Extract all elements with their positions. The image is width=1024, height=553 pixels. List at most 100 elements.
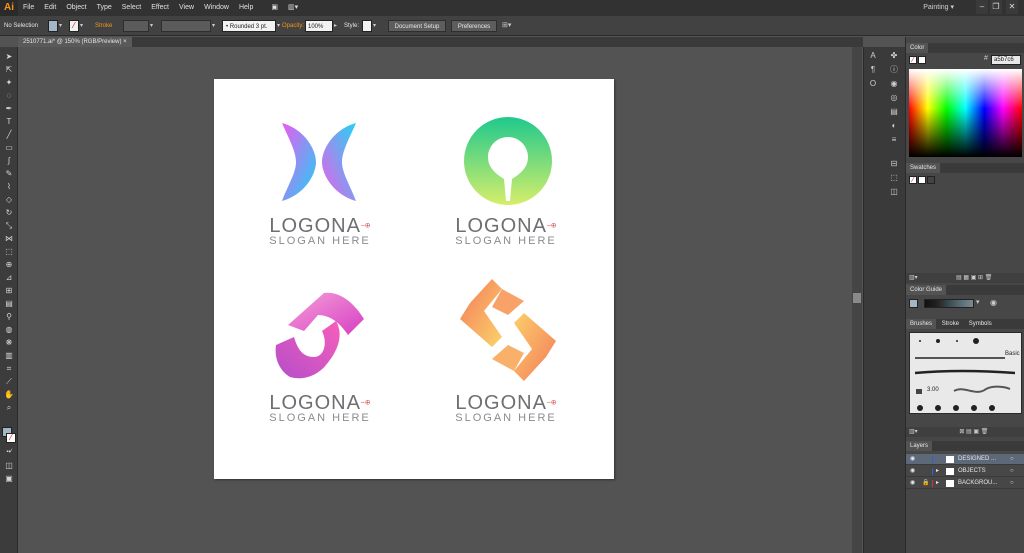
stroke-color-icon[interactable]: ⁄ xyxy=(6,433,16,443)
info-panel-icon[interactable]: ⓘ xyxy=(888,65,900,75)
bridge-icon[interactable]: ▣ xyxy=(266,0,283,16)
scale-tool-icon[interactable]: ⤡ xyxy=(3,220,15,231)
hand-tool-icon[interactable]: ✋ xyxy=(3,389,15,400)
layer-name[interactable]: DESIGNED ... xyxy=(958,454,996,465)
hex-input[interactable]: a5b7c6 xyxy=(991,55,1021,65)
stroke-label[interactable]: Stroke xyxy=(95,20,119,32)
target-circle-icon[interactable]: ○ xyxy=(1010,478,1014,489)
canvas-vertical-scrollbar[interactable] xyxy=(852,47,862,553)
layer-row[interactable]: ◉ ▸ OBJECTS ○ xyxy=(906,466,1024,477)
shape-builder-tool-icon[interactable]: ⊕ xyxy=(3,259,15,270)
symbols-tab[interactable]: Symbols xyxy=(964,319,996,329)
stroke-weight-field[interactable] xyxy=(123,20,149,32)
brushes-footer-icons[interactable]: ▥▾ ⊠ ▤ ▣ 🗑 xyxy=(906,427,1024,437)
rectangle-tool-icon[interactable]: ▭ xyxy=(3,142,15,153)
close-button[interactable]: ✕ xyxy=(1006,0,1018,14)
logo-s-mark[interactable] xyxy=(274,291,368,381)
navigator-panel-icon[interactable]: ✤ xyxy=(888,51,900,61)
layer-row[interactable]: ◉ 🔒 ▸ BACKGROU... ○ xyxy=(906,478,1024,489)
artboard-tool-icon[interactable]: ⌗ xyxy=(3,363,15,374)
menu-window[interactable]: Window xyxy=(199,0,234,16)
symbol-sprayer-tool-icon[interactable]: ❋ xyxy=(3,337,15,348)
expand-arrow-icon[interactable]: ▸ xyxy=(936,466,939,477)
pen-tool-icon[interactable]: ✒ xyxy=(3,103,15,114)
menu-edit[interactable]: Edit xyxy=(39,0,61,16)
maximize-button[interactable]: ❐ xyxy=(990,0,1002,14)
menu-file[interactable]: File xyxy=(18,0,39,16)
graphic-style-swatch[interactable] xyxy=(362,20,372,32)
color-guide-base-swatch[interactable] xyxy=(909,299,918,308)
blob-brush-tool-icon[interactable]: ⌇ xyxy=(3,181,15,192)
transform-panel-icon[interactable]: ⬚ xyxy=(888,173,900,183)
stroke-dropdown-icon[interactable]: ▾ xyxy=(80,20,86,32)
rotate-tool-icon[interactable]: ↻ xyxy=(3,207,15,218)
slice-tool-icon[interactable]: ⟋ xyxy=(3,376,15,387)
gradient-panel-icon[interactable]: ▤ xyxy=(888,107,900,117)
menu-type[interactable]: Type xyxy=(92,0,117,16)
stroke-tab[interactable]: Stroke xyxy=(937,319,964,329)
edit-colors-icon[interactable]: ◉ xyxy=(990,298,1000,308)
menu-object[interactable]: Object xyxy=(61,0,91,16)
fill-dropdown-icon[interactable]: ▾ xyxy=(59,20,65,32)
opacity-label[interactable]: Opacity: xyxy=(282,20,306,32)
logo-hexagon-mark[interactable] xyxy=(456,277,560,383)
variable-width-dropdown-icon[interactable]: ▾ xyxy=(212,20,218,32)
visibility-eye-icon[interactable]: ◉ xyxy=(910,478,915,489)
layer-name[interactable]: OBJECTS xyxy=(958,466,986,477)
brush-strokes-preview[interactable] xyxy=(910,333,1023,415)
swatches-panel-tab[interactable]: Swatches xyxy=(906,163,1024,173)
workspace-switcher[interactable]: Painting ▾ xyxy=(923,0,954,16)
visibility-eye-icon[interactable]: ◉ xyxy=(910,454,915,465)
opentype-panel-icon[interactable]: O xyxy=(867,79,879,89)
opacity-dropdown-icon[interactable]: ▸ xyxy=(334,20,340,32)
brush-definition-field[interactable]: • Rounded 3 pt. xyxy=(222,20,276,32)
layer-row[interactable]: ◉ DESIGNED ... ○ xyxy=(906,454,1024,465)
close-tab-icon[interactable]: × xyxy=(123,39,127,45)
arrange-icon[interactable]: ⊞▾ xyxy=(502,20,520,32)
stroke-none-icon[interactable]: ⁄ xyxy=(909,56,917,64)
mesh-tool-icon[interactable]: ⊞ xyxy=(3,285,15,296)
character-panel-icon[interactable]: A xyxy=(867,51,879,61)
visibility-eye-icon[interactable]: ◉ xyxy=(910,466,915,477)
graphic-styles-panel-icon[interactable]: ◎ xyxy=(888,93,900,103)
artboard[interactable]: LOGONA–⊕ SLOGAN HERE LOGONA–⊕ SLOGAN HER… xyxy=(214,79,614,479)
target-circle-icon[interactable]: ○ xyxy=(1010,466,1014,477)
preferences-button[interactable]: Preferences xyxy=(451,20,497,32)
magic-wand-tool-icon[interactable]: ✦ xyxy=(3,77,15,88)
color-mode-icons[interactable]: ▪▪⁄ xyxy=(3,447,15,458)
blend-tool-icon[interactable]: ◍ xyxy=(3,324,15,335)
opacity-field[interactable]: 100% xyxy=(305,20,333,32)
paragraph-panel-icon[interactable]: ¶ xyxy=(867,65,879,75)
width-tool-icon[interactable]: ⋈ xyxy=(3,233,15,244)
variable-width-field[interactable] xyxy=(161,20,211,32)
swatches-footer-icons[interactable]: ▥▾ ▤ ▦ ▣ ⊞ 🗑 xyxy=(906,273,1024,283)
harmony-colors-strip[interactable] xyxy=(924,299,974,308)
document-tab[interactable]: 2510771.ai* @ 150% (RGB/Preview) × xyxy=(18,37,132,47)
scrollbar-thumb[interactable] xyxy=(853,293,861,303)
style-dropdown-icon[interactable]: ▾ xyxy=(373,20,379,32)
pencil-tool-icon[interactable]: ✎ xyxy=(3,168,15,179)
document-setup-button[interactable]: Document Setup xyxy=(388,20,446,32)
color-guide-panel-tab[interactable]: Color Guide xyxy=(906,285,1024,295)
pathfinder-panel-icon[interactable]: ◫ xyxy=(888,187,900,197)
arrange-documents-icon[interactable]: ▥▾ xyxy=(283,0,303,16)
selection-tool-icon[interactable]: ➤ xyxy=(3,51,15,62)
harmony-dropdown-icon[interactable]: ▾ xyxy=(976,298,986,308)
logo-butterfly-mark[interactable] xyxy=(274,119,364,205)
perspective-grid-tool-icon[interactable]: ⊿ xyxy=(3,272,15,283)
color-spectrum[interactable] xyxy=(909,69,1022,157)
logo-circle-mark[interactable] xyxy=(462,115,554,207)
brushes-tab[interactable]: Brushes xyxy=(906,319,937,329)
color-panel-tab[interactable]: Color xyxy=(906,43,1024,53)
fill-white-icon[interactable] xyxy=(918,56,926,64)
lasso-tool-icon[interactable]: ◌ xyxy=(3,90,15,101)
eraser-tool-icon[interactable]: ◇ xyxy=(3,194,15,205)
zoom-tool-icon[interactable]: ⌕ xyxy=(3,402,15,413)
align-panel-icon[interactable]: ⊟ xyxy=(888,159,900,169)
stroke-weight-dropdown-icon[interactable]: ▾ xyxy=(150,20,156,32)
screen-mode-icon[interactable]: ▣ xyxy=(3,473,15,484)
stroke-swatch-none-icon[interactable]: ⁄ xyxy=(69,20,79,32)
menu-effect[interactable]: Effect xyxy=(146,0,174,16)
type-tool-icon[interactable]: T xyxy=(3,116,15,127)
swatch-white-icon[interactable] xyxy=(918,176,926,184)
